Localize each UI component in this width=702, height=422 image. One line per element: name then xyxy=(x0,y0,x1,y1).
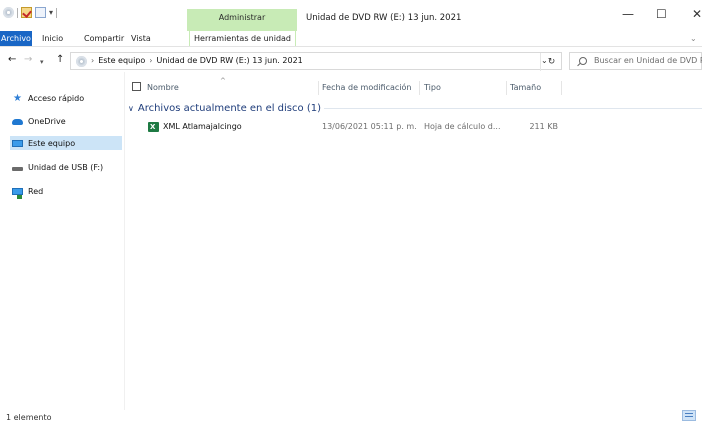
minimize-button[interactable]: — xyxy=(622,8,634,20)
pane-divider[interactable] xyxy=(124,72,125,410)
sidebar-item-acceso-rapido[interactable]: ★ Acceso rápido xyxy=(12,91,84,105)
navigation-bar: ← → ▾ ↑ › Este equipo › Unidad de DVD RW… xyxy=(0,52,702,71)
forward-arrow-icon[interactable]: → xyxy=(24,54,32,66)
sidebar-item-label: Este equipo xyxy=(28,138,76,148)
file-size: 211 KB xyxy=(529,122,558,131)
back-arrow-icon[interactable]: ← xyxy=(8,54,16,66)
address-bar[interactable]: › Este equipo › Unidad de DVD RW (E:) 13… xyxy=(70,52,562,71)
toolbar-divider xyxy=(56,7,58,18)
column-header-tipo[interactable]: Tipo xyxy=(424,83,441,92)
group-label: Archivos actualmente en el disco (1) xyxy=(137,102,321,114)
file-type: Hoja de cálculo d... xyxy=(424,122,501,131)
sidebar-item-este-equipo[interactable]: Este equipo xyxy=(10,136,122,150)
column-divider[interactable] xyxy=(318,81,319,95)
toolbar-divider xyxy=(17,7,18,18)
search-input[interactable]: Buscar en Unidad de DVD R... xyxy=(594,56,702,65)
properties-icon[interactable] xyxy=(21,7,32,18)
column-headers: Nombre ^ Fecha de modificación Tipo Tama… xyxy=(128,77,702,95)
column-header-fecha[interactable]: Fecha de modificación xyxy=(322,83,411,92)
ribbon-divider xyxy=(0,46,702,47)
navigation-pane: ★ Acceso rápido OneDrive Este equipo Uni… xyxy=(0,80,122,410)
sidebar-item-onedrive[interactable]: OneDrive xyxy=(12,114,66,128)
recent-locations-icon[interactable]: ▾ xyxy=(40,56,44,68)
sidebar-item-label: OneDrive xyxy=(28,116,66,126)
sidebar-item-label: Unidad de USB (F:) xyxy=(28,162,104,172)
status-item-count: 1 elemento xyxy=(6,413,52,422)
title-bar: ▾ Administrar Unidad de DVD RW (E:) 13 j… xyxy=(0,0,702,31)
dvd-drive-icon xyxy=(3,7,14,18)
group-header[interactable]: ∨ Archivos actualmente en el disco (1) xyxy=(128,101,321,115)
star-icon: ★ xyxy=(13,92,22,104)
sort-ascending-icon: ^ xyxy=(220,77,226,85)
dvd-drive-icon xyxy=(76,56,87,67)
details-view-icon[interactable] xyxy=(682,410,696,421)
breadcrumb-este-equipo[interactable]: Este equipo xyxy=(98,56,145,65)
cloud-icon xyxy=(12,119,23,125)
close-button[interactable]: ✕ xyxy=(692,8,702,20)
customize-toolbar-icon[interactable]: ▾ xyxy=(49,8,53,17)
window-title: Unidad de DVD RW (E:) 13 jun. 2021 xyxy=(306,13,462,23)
tab-inicio[interactable]: Inicio xyxy=(42,31,63,46)
network-icon xyxy=(12,187,23,199)
sidebar-item-label: Acceso rápido xyxy=(28,93,85,103)
breadcrumb-dvd-drive[interactable]: Unidad de DVD RW (E:) 13 jun. 2021 xyxy=(157,56,303,65)
refresh-button[interactable]: ↻ xyxy=(540,53,562,71)
tab-herramientas-de-unidad[interactable]: Herramientas de unidad xyxy=(189,31,296,46)
sidebar-item-unidad-usb[interactable]: Unidad de USB (F:) xyxy=(12,160,103,174)
maximize-button[interactable]: ☐ xyxy=(656,8,667,20)
breadcrumb: › Este equipo › Unidad de DVD RW (E:) 13… xyxy=(91,56,303,65)
search-box[interactable]: Buscar en Unidad de DVD R... xyxy=(569,52,702,70)
contextual-tab-group-label: Administrar xyxy=(218,13,266,22)
column-header-tamano[interactable]: Tamaño xyxy=(510,83,541,92)
breadcrumb-separator[interactable]: › xyxy=(91,56,94,65)
tab-compartir[interactable]: Compartir xyxy=(84,31,124,46)
computer-icon xyxy=(12,139,23,147)
tab-archivo[interactable]: Archivo xyxy=(0,31,32,46)
ribbon-tabs: Archivo Inicio Compartir Vista Herramien… xyxy=(0,31,702,46)
column-header-nombre[interactable]: Nombre xyxy=(147,83,179,92)
search-icon xyxy=(579,57,587,65)
usb-drive-icon xyxy=(12,167,23,171)
group-divider xyxy=(324,108,702,109)
expand-ribbon-icon[interactable]: ⌄ xyxy=(690,34,697,43)
column-divider[interactable] xyxy=(419,81,420,95)
up-arrow-icon[interactable]: ↑ xyxy=(56,54,64,66)
column-divider[interactable] xyxy=(506,81,507,95)
quick-access-toolbar: ▾ xyxy=(3,7,58,18)
file-modified: 13/06/2021 05:11 p. m. xyxy=(322,122,417,131)
collapse-group-icon[interactable]: ∨ xyxy=(128,104,134,113)
tab-vista[interactable]: Vista xyxy=(131,31,151,46)
breadcrumb-separator[interactable]: › xyxy=(149,56,152,65)
file-row[interactable]: XML Atlamajalcingo 13/06/2021 05:11 p. m… xyxy=(128,121,702,134)
select-all-checkbox[interactable] xyxy=(132,82,141,91)
new-folder-icon[interactable] xyxy=(35,7,46,18)
excel-file-icon xyxy=(148,122,159,132)
sidebar-item-label: Red xyxy=(28,186,44,196)
column-divider[interactable] xyxy=(561,81,562,95)
file-name[interactable]: XML Atlamajalcingo xyxy=(163,122,242,131)
sidebar-item-red[interactable]: Red xyxy=(12,184,44,199)
